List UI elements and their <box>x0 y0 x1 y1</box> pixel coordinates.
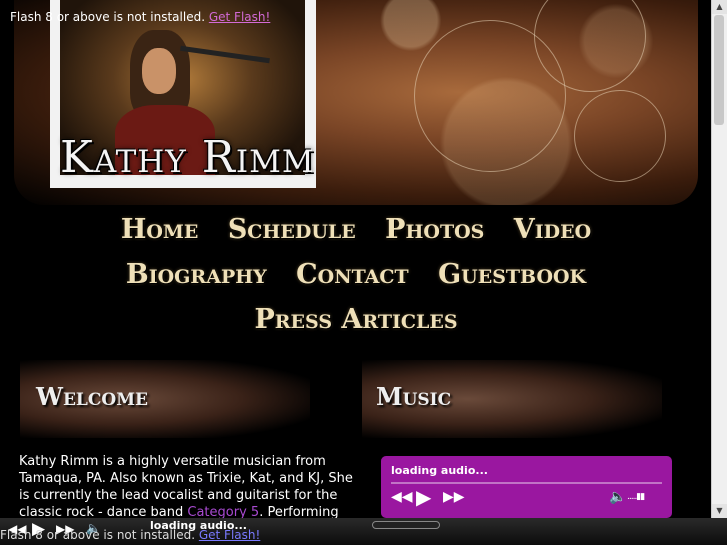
bottom-flash-text: Flash 8 or above is not installed. <box>0 528 196 542</box>
nav-row-2: Biography Contact Guestbook <box>0 259 712 290</box>
nav-home[interactable]: Home <box>121 214 199 245</box>
player-progress-line[interactable] <box>391 482 662 484</box>
get-flash-link[interactable]: Get Flash! <box>209 10 270 24</box>
nav-row-3: Press Articles <box>0 304 712 335</box>
nav-photos[interactable]: Photos <box>385 214 484 245</box>
vertical-scrollbar[interactable]: ▲ ▼ <box>711 0 727 518</box>
bottom-flash-notice: Flash 8 or above is not installed. Get F… <box>0 528 260 542</box>
volume-icon[interactable]: 🔈 <box>609 489 626 505</box>
nav-guestbook[interactable]: Guestbook <box>438 259 586 290</box>
nav-row-1: Home Schedule Photos Video <box>0 214 712 245</box>
music-heading: Music <box>376 382 452 411</box>
page: Kathy Rimm Flash 8 or above is not insta… <box>0 0 712 545</box>
volume-slider[interactable]: .....▮▮ <box>627 492 645 502</box>
microphone <box>180 45 270 64</box>
nav-schedule[interactable]: Schedule <box>228 214 356 245</box>
rewind-icon[interactable]: ◀◀ <box>391 489 413 505</box>
nav-video[interactable]: Video <box>514 214 591 245</box>
nav-contact[interactable]: Contact <box>296 259 409 290</box>
flash-notice-text: Flash 8 or above is not installed. <box>10 10 206 24</box>
music-banner: Music <box>362 360 662 438</box>
bottom-progress-bar[interactable] <box>372 521 440 529</box>
welcome-banner: Welcome <box>20 360 310 438</box>
welcome-heading: Welcome <box>36 382 148 411</box>
music-player: loading audio... ◀◀ ▶ ▶▶ 🔈 .....▮▮ <box>381 456 672 518</box>
scroll-up-icon[interactable]: ▲ <box>712 0 727 14</box>
bottom-get-flash-link[interactable]: Get Flash! <box>199 528 260 542</box>
photo-face <box>142 48 176 94</box>
nav-biography[interactable]: Biography <box>126 259 267 290</box>
nav-press-articles[interactable]: Press Articles <box>254 304 457 335</box>
play-icon[interactable]: ▶ <box>416 485 431 509</box>
flash-notice: Flash 8 or above is not installed. Get F… <box>10 10 270 24</box>
scroll-down-icon[interactable]: ▼ <box>712 504 727 518</box>
player-status: loading audio... <box>391 464 488 477</box>
site-title: Kathy Rimm <box>60 132 315 183</box>
decorative-arc <box>574 90 666 182</box>
scrollbar-thumb[interactable] <box>714 15 724 125</box>
fast-forward-icon[interactable]: ▶▶ <box>443 489 465 505</box>
